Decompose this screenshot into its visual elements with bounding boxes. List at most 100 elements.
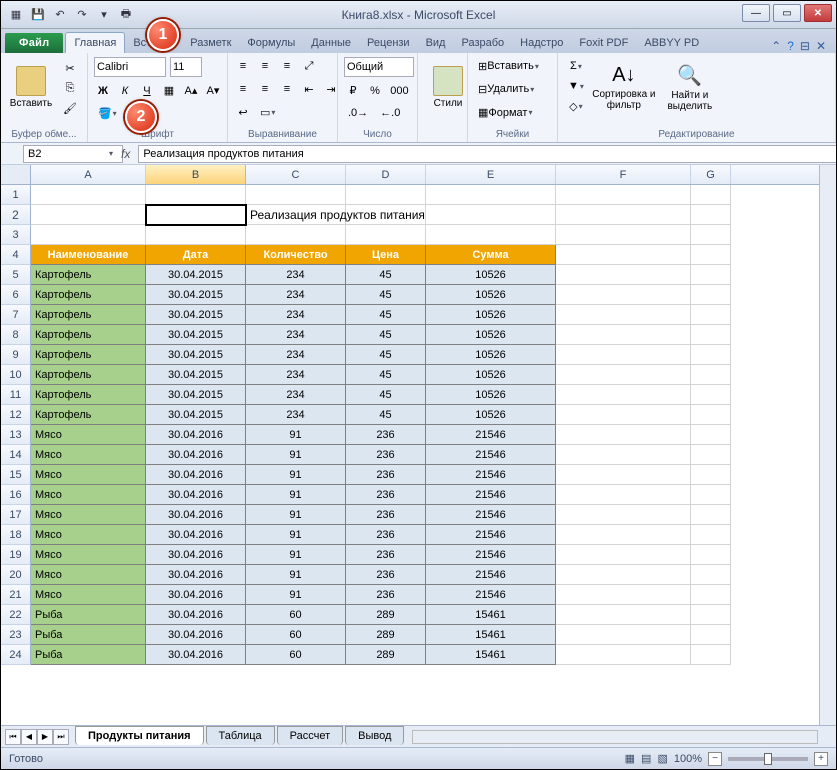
cell[interactable] — [691, 265, 731, 285]
sheet-tab-0[interactable]: Продукты питания — [75, 726, 204, 745]
cell[interactable] — [31, 205, 146, 225]
sheet-tab-1[interactable]: Таблица — [206, 726, 275, 745]
cell-qty[interactable]: 91 — [246, 445, 346, 465]
cell-name[interactable]: Картофель — [31, 285, 146, 305]
align-middle-icon[interactable]: ≡ — [256, 57, 274, 75]
cell[interactable] — [556, 345, 691, 365]
cell-sum[interactable]: 10526 — [426, 305, 556, 325]
cell-date[interactable]: 30.04.2016 — [146, 445, 246, 465]
italic-button[interactable]: К — [116, 82, 134, 100]
cell-name[interactable]: Рыба — [31, 625, 146, 645]
cell[interactable]: Реализация продуктов питания — [246, 205, 346, 225]
qat-more-icon[interactable]: ▾ — [95, 6, 113, 24]
cell[interactable] — [691, 485, 731, 505]
dec-decimal-icon[interactable]: ←.0 — [376, 104, 404, 122]
row-head-2[interactable]: 2 — [1, 205, 31, 225]
align-top-icon[interactable]: ≡ — [234, 57, 252, 75]
font-name-combo[interactable] — [94, 57, 166, 77]
cell[interactable] — [556, 385, 691, 405]
cell-price[interactable]: 289 — [346, 645, 426, 665]
fill-icon[interactable]: ▼▾ — [564, 77, 588, 95]
cell[interactable] — [556, 485, 691, 505]
cell[interactable] — [691, 285, 731, 305]
clear-icon[interactable]: ◇▾ — [564, 97, 588, 115]
cell[interactable] — [556, 625, 691, 645]
merge-icon[interactable]: ▭▾ — [256, 104, 279, 122]
cell-name[interactable]: Рыба — [31, 645, 146, 665]
delete-cells-button[interactable]: ⊟ Удалить▾ — [474, 80, 538, 98]
row-head-13[interactable]: 13 — [1, 425, 31, 445]
col-head-d[interactable]: D — [346, 165, 426, 184]
cell[interactable] — [556, 185, 691, 205]
cell-name[interactable]: Картофель — [31, 265, 146, 285]
cell-price[interactable]: 45 — [346, 305, 426, 325]
row-head-15[interactable]: 15 — [1, 465, 31, 485]
cell-qty[interactable]: 91 — [246, 425, 346, 445]
cell[interactable] — [556, 285, 691, 305]
comma-icon[interactable]: 000 — [388, 82, 411, 100]
namebox-dropdown-icon[interactable]: ▾ — [109, 149, 113, 158]
cell-name[interactable]: Картофель — [31, 405, 146, 425]
indent-dec-icon[interactable]: ⇤ — [300, 80, 318, 98]
row-head-19[interactable]: 19 — [1, 545, 31, 565]
sheet-tab-3[interactable]: Вывод — [345, 726, 404, 745]
select-all-corner[interactable] — [1, 165, 31, 184]
row-head-1[interactable]: 1 — [1, 185, 31, 205]
cell-name[interactable]: Картофель — [31, 325, 146, 345]
tab-data[interactable]: Данные — [303, 33, 359, 53]
cell-name[interactable]: Мясо — [31, 505, 146, 525]
cell-sum[interactable]: 15461 — [426, 605, 556, 625]
cell-name[interactable]: Картофель — [31, 345, 146, 365]
cell-date[interactable]: 30.04.2016 — [146, 585, 246, 605]
autosum-icon[interactable]: Σ▾ — [564, 57, 588, 75]
cell-sum[interactable]: 10526 — [426, 385, 556, 405]
zoom-in-button[interactable]: + — [814, 752, 828, 766]
align-bottom-icon[interactable]: ≡ — [278, 57, 296, 75]
cell[interactable] — [691, 405, 731, 425]
redo-icon[interactable]: ↷ — [73, 6, 91, 24]
cell-qty[interactable]: 91 — [246, 505, 346, 525]
cell-qty[interactable]: 91 — [246, 565, 346, 585]
cell-name[interactable]: Картофель — [31, 365, 146, 385]
cell[interactable] — [556, 225, 691, 245]
cell[interactable] — [691, 365, 731, 385]
cell-name[interactable]: Мясо — [31, 485, 146, 505]
cell-price[interactable]: 236 — [346, 505, 426, 525]
cell[interactable] — [246, 185, 346, 205]
cell-name[interactable]: Мясо — [31, 425, 146, 445]
cell[interactable] — [556, 205, 691, 225]
cell-price[interactable]: 236 — [346, 445, 426, 465]
cell-sum[interactable]: 10526 — [426, 405, 556, 425]
cell-qty[interactable]: 234 — [246, 365, 346, 385]
cell-sum[interactable]: 15461 — [426, 645, 556, 665]
cell-date[interactable]: 30.04.2016 — [146, 525, 246, 545]
cell-date[interactable]: 30.04.2015 — [146, 265, 246, 285]
window-close-icon[interactable]: ✕ — [816, 39, 826, 53]
cell-date[interactable]: 30.04.2016 — [146, 625, 246, 645]
vertical-scrollbar[interactable] — [819, 165, 836, 725]
cell-date[interactable]: 30.04.2015 — [146, 405, 246, 425]
cell-date[interactable]: 30.04.2015 — [146, 325, 246, 345]
cell[interactable] — [426, 225, 556, 245]
cell-date[interactable]: 30.04.2015 — [146, 305, 246, 325]
cell[interactable] — [691, 425, 731, 445]
tab-review[interactable]: Рецензи — [359, 33, 418, 53]
cell-qty[interactable]: 234 — [246, 385, 346, 405]
styles-button[interactable]: Стили — [424, 57, 472, 117]
inc-decimal-icon[interactable]: .0→ — [344, 104, 372, 122]
format-painter-icon[interactable]: 🖌 — [59, 99, 81, 117]
align-right-icon[interactable]: ≡ — [278, 80, 296, 98]
number-format-combo[interactable] — [344, 57, 414, 77]
cell[interactable] — [556, 325, 691, 345]
cell-qty[interactable]: 91 — [246, 525, 346, 545]
cell[interactable] — [691, 465, 731, 485]
formula-input[interactable] — [138, 145, 836, 163]
orientation-icon[interactable]: ⤢ — [300, 57, 318, 75]
row-head-23[interactable]: 23 — [1, 625, 31, 645]
cell-price[interactable]: 236 — [346, 485, 426, 505]
cell[interactable] — [691, 625, 731, 645]
header-date[interactable]: Дата — [146, 245, 246, 265]
cell-qty[interactable]: 91 — [246, 545, 346, 565]
cell[interactable] — [426, 205, 556, 225]
cell[interactable] — [691, 325, 731, 345]
